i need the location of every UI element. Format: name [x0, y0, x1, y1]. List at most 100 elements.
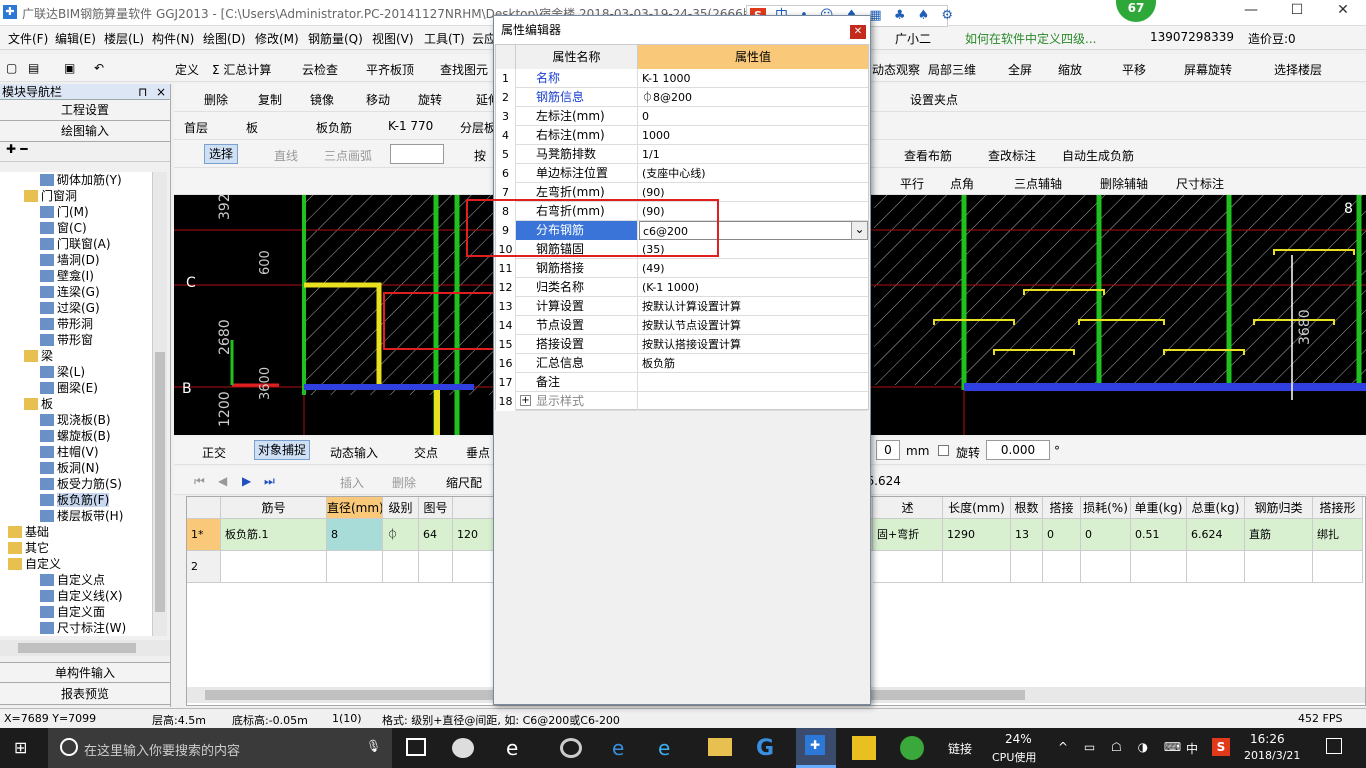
define-button[interactable]: 定义 [175, 61, 199, 78]
grid-header[interactable]: 搭接 [1043, 497, 1081, 519]
tree-item[interactable]: 砌体加筋(Y) [40, 172, 122, 188]
grid-cell[interactable]: 8 [327, 519, 383, 551]
delete-button[interactable]: 删除 [204, 91, 228, 108]
tree-item[interactable]: 门(M) [40, 204, 89, 220]
menu-modify[interactable]: 修改(M) [255, 30, 299, 47]
tree-item[interactable]: 窗(C) [40, 220, 87, 236]
tree-item[interactable]: 自定义面 [40, 604, 105, 620]
first-record-icon[interactable]: ⏮ [194, 474, 205, 489]
glodon-g-icon[interactable]: G [756, 736, 774, 761]
pan-button[interactable]: 平移 [1122, 61, 1146, 78]
angle-input[interactable]: 0.000 [986, 440, 1050, 460]
summary-calc-button[interactable]: Σ 汇总计算 [212, 61, 271, 78]
menu-tools[interactable]: 工具(T) [424, 30, 465, 47]
perpendicular-button[interactable]: 垂点 [466, 444, 490, 461]
new-icon[interactable]: ▢ [6, 61, 17, 75]
tree-item[interactable]: 自定义点 [40, 572, 105, 588]
grid-header[interactable]: 述 [873, 497, 943, 519]
zoom-button[interactable]: 缩放 [1058, 61, 1082, 78]
property-value[interactable]: K-1 1000 [639, 69, 868, 88]
dimension-button[interactable]: 尺寸标注 [1176, 175, 1224, 192]
grid-header[interactable]: 根数 [1011, 497, 1043, 519]
point-angle-button[interactable]: 点角 [950, 175, 974, 192]
intersection-button[interactable]: 交点 [414, 444, 438, 461]
single-component-input-button[interactable]: 单构件输入 [0, 662, 170, 683]
tree-item[interactable]: 壁龛(I) [40, 268, 94, 284]
property-value[interactable] [639, 392, 868, 411]
line-button[interactable]: 直线 [274, 147, 298, 164]
offset-input[interactable]: 0 [876, 440, 900, 460]
tree-item[interactable]: 圈梁(E) [40, 380, 98, 396]
tree-item[interactable]: 自定义线(X) [40, 588, 123, 604]
grid-cell[interactable]: 绑扎 [1313, 519, 1363, 551]
property-value[interactable]: (35) [639, 240, 868, 259]
grid-cell[interactable] [1131, 551, 1187, 583]
grid-cell[interactable] [943, 551, 1011, 583]
folder-icon[interactable] [708, 738, 732, 756]
ie-icon[interactable]: e [506, 736, 518, 760]
local-3d-button[interactable]: 局部三维 [928, 61, 976, 78]
task-view-icon[interactable] [406, 738, 426, 756]
property-row[interactable]: 15 搭接设置 按默认搭接设置计算 [496, 335, 868, 354]
flush-slab-button[interactable]: 平齐板顶 [366, 61, 414, 78]
report-preview-button[interactable]: 报表预览 [0, 684, 170, 705]
minimize-button[interactable]: — [1236, 2, 1266, 22]
property-value[interactable]: (90) [639, 202, 868, 221]
menu-floor[interactable]: 楼层(L) [104, 30, 144, 47]
menu-file[interactable]: 文件(F) [8, 30, 48, 47]
draw-mode-select[interactable] [390, 144, 444, 164]
menu-view[interactable]: 视图(V) [372, 30, 414, 47]
sogou-tray-icon[interactable]: S [1212, 738, 1230, 756]
expand-collapse-icons[interactable]: ✚ ━ [0, 142, 170, 162]
close-icon[interactable]: × [156, 84, 166, 100]
pin-icon[interactable]: ⊓ [138, 84, 147, 100]
property-row[interactable]: 13 计算设置 按默认计算设置计算 [496, 297, 868, 316]
object-snap-button[interactable]: 对象捕捉 [254, 440, 311, 460]
ortho-button[interactable]: 正交 [202, 444, 226, 461]
grid-cell[interactable] [419, 551, 453, 583]
property-row[interactable]: 17 备注 [496, 373, 868, 392]
rotate-button[interactable]: 旋转 [418, 91, 442, 108]
grid-header[interactable]: 钢筋归类 [1245, 497, 1313, 519]
grid-cell[interactable] [873, 551, 943, 583]
edge-icon[interactable]: e [612, 736, 624, 760]
ime-label[interactable]: 中 [1186, 740, 1198, 757]
prev-record-icon[interactable]: ◀ [218, 474, 227, 488]
chevron-down-icon[interactable]: ⌄ [851, 221, 868, 240]
type-select[interactable]: 板 [246, 119, 258, 136]
tree-item[interactable]: 过梁(G) [40, 300, 100, 316]
undo-icon[interactable]: ↶ [94, 61, 104, 75]
scale-button[interactable]: 缩尺配 [446, 474, 482, 491]
layer-select[interactable]: 分层板 [460, 119, 496, 136]
tree-item[interactable]: 板洞(N) [40, 460, 99, 476]
grid-header[interactable]: 总重(kg) [1187, 497, 1245, 519]
tree-item[interactable]: 螺旋板(B) [40, 428, 111, 444]
property-row[interactable]: 12 归类名称 (K-1 1000) [496, 278, 868, 297]
tree-folder[interactable]: 板 [24, 396, 53, 412]
rotate-checkbox[interactable] [938, 445, 949, 456]
tree-folder[interactable]: 梁 [24, 348, 53, 364]
account-phone[interactable]: 13907298339 [1150, 30, 1234, 44]
row-header[interactable]: 2 [187, 551, 221, 583]
menu-draw[interactable]: 绘图(D) [203, 30, 246, 47]
property-value[interactable] [639, 373, 868, 392]
save-icon[interactable]: ▣ [64, 61, 75, 75]
grid-cell[interactable]: 0 [1043, 519, 1081, 551]
grid-cell[interactable]: 固+弯折 [873, 519, 943, 551]
view-rebar-button[interactable]: 查看布筋 [904, 147, 952, 164]
edit-label-button[interactable]: 查改标注 [988, 147, 1036, 164]
property-row[interactable]: 9 分布钢筋 c6@200 ⌄ [496, 221, 868, 240]
grid-cell[interactable] [1011, 551, 1043, 583]
property-row[interactable]: 4 右标注(mm) 1000 [496, 126, 868, 145]
tree-item[interactable]: 楼层板带(H) [40, 508, 123, 524]
menu-rebar[interactable]: 钢筋量(Q) [308, 30, 363, 47]
grid-header[interactable]: 损耗(%) [1081, 497, 1131, 519]
grid-cell[interactable]: 13 [1011, 519, 1043, 551]
dialog-close-button[interactable]: ✕ [850, 25, 866, 39]
dynamic-input-button[interactable]: 动态输入 [330, 444, 378, 461]
delete-row-button[interactable]: 删除 [392, 474, 416, 491]
floor-select[interactable]: 首层 [184, 119, 208, 136]
grid-header[interactable]: 搭接形 [1313, 497, 1363, 519]
notification-icon[interactable] [1326, 738, 1342, 754]
select-button[interactable]: 选择 [204, 144, 239, 164]
